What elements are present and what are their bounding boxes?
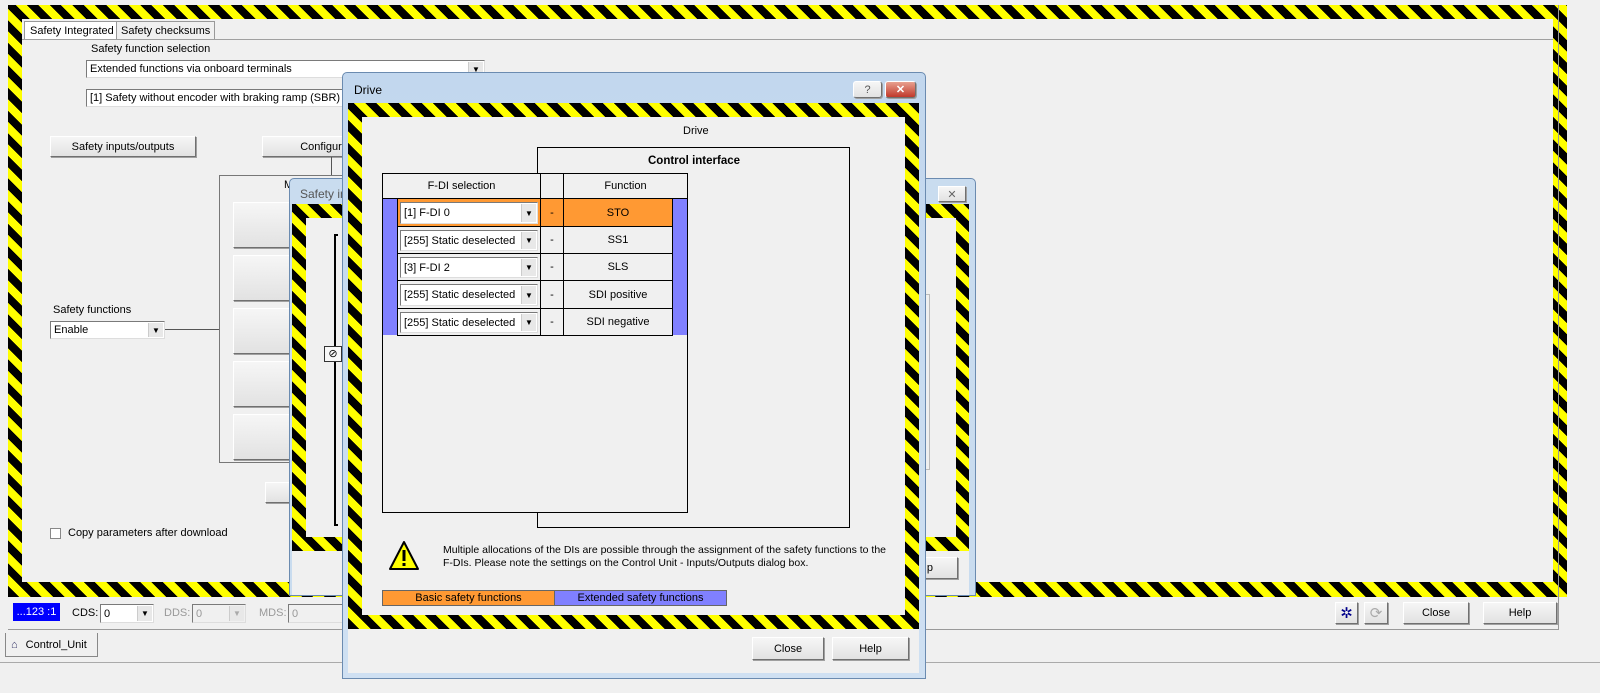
dash-cell: - xyxy=(540,198,564,227)
object-id-badge: ...123 :1 xyxy=(13,603,60,621)
tab-divider xyxy=(22,39,1553,40)
field-value: 0 xyxy=(292,607,299,620)
extended-strip-right xyxy=(672,199,687,335)
dds-label: DDS: xyxy=(164,607,191,619)
connector-line xyxy=(331,157,332,175)
chevron-down-icon: ▼ xyxy=(521,232,536,249)
chevron-down-icon: ▼ xyxy=(137,606,152,621)
tab-safety-integrated[interactable]: Safety Integrated xyxy=(24,21,120,40)
object-tab-label: Control_Unit xyxy=(25,638,87,651)
function-cell: SDI positive xyxy=(563,280,673,309)
fdi-cell: [255] Static deselected ▼ xyxy=(397,280,541,309)
close-icon: ✕ xyxy=(895,84,906,96)
fdi-cell: [255] Static deselected ▼ xyxy=(397,226,541,254)
fdi-header: F-DI selection xyxy=(382,173,541,199)
warning-icon xyxy=(388,540,420,572)
drive-dialog-help-button[interactable]: ? xyxy=(853,81,882,98)
mds-field: 0 xyxy=(288,604,348,623)
drive-dialog-close-button[interactable]: ✕ xyxy=(885,81,916,98)
bg-dialog-close-button[interactable]: ✕ xyxy=(938,186,966,202)
drive-close-button[interactable]: Close xyxy=(752,637,824,660)
fdi-select-value: [3] F-DI 2 xyxy=(404,261,450,274)
divider xyxy=(1558,5,1559,630)
drive-help-button[interactable]: Help xyxy=(832,637,909,660)
fdi-select[interactable]: [255] Static deselected ▼ xyxy=(400,230,538,251)
device-icon: ⌂ xyxy=(11,638,18,651)
dash-header xyxy=(540,173,564,199)
safety-mode-field: [1] Safety without encoder with braking … xyxy=(86,89,386,107)
fdi-select-value: [255] Static deselected xyxy=(404,234,516,247)
dds-dropdown: 0 ▼ xyxy=(192,604,246,623)
object-tab-control-unit[interactable]: ⌂ Control_Unit xyxy=(5,633,98,657)
chevron-down-icon: ▼ xyxy=(148,323,163,337)
fdi-select[interactable]: [3] F-DI 2 ▼ xyxy=(400,257,538,278)
legend-extended: Extended safety functions xyxy=(554,590,727,606)
chevron-down-icon: ▼ xyxy=(229,606,244,621)
refresh-icon: ⟳ xyxy=(1369,605,1383,622)
help-icon: ? xyxy=(864,83,871,96)
main-close-button[interactable]: Close xyxy=(1403,602,1469,624)
refresh-button[interactable]: ⟳ xyxy=(1364,602,1388,624)
main-help-button[interactable]: Help xyxy=(1483,602,1557,624)
bg-dialog-title: Safety in xyxy=(300,187,347,201)
warning-text: Multiple allocations of the DIs are poss… xyxy=(443,544,887,569)
connector-line xyxy=(165,329,219,330)
function-cell: SLS xyxy=(563,253,673,281)
gear-button[interactable]: ✲ xyxy=(1335,602,1358,624)
fdi-select[interactable]: [1] F-DI 0 ▼ xyxy=(400,202,538,224)
dropdown-value: 0 xyxy=(104,607,111,620)
control-interface-label: Control interface xyxy=(648,155,741,167)
gear-icon: ✲ xyxy=(1340,605,1353,622)
dropdown-value: 0 xyxy=(196,607,203,620)
safety-inputs-outputs-button[interactable]: Safety inputs/outputs xyxy=(50,136,196,157)
dash-cell: - xyxy=(540,226,564,254)
fdi-cell: [255] Static deselected ▼ xyxy=(397,308,541,336)
safety-functions-label: Safety functions xyxy=(53,304,132,316)
drive-dialog-title: Drive xyxy=(354,83,383,97)
dropdown-value: Enable xyxy=(54,324,89,336)
legend-basic: Basic safety functions xyxy=(382,590,555,606)
dash-cell: - xyxy=(540,308,564,336)
close-icon: ✕ xyxy=(947,188,957,201)
safety-functions-dropdown[interactable]: Enable ▼ xyxy=(50,321,165,339)
copy-params-checkbox[interactable] xyxy=(50,528,61,539)
fdi-select[interactable]: [255] Static deselected ▼ xyxy=(400,312,538,333)
chevron-down-icon: ▼ xyxy=(521,286,536,304)
function-cell: SS1 xyxy=(563,226,673,254)
function-cell: SDI negative xyxy=(563,308,673,336)
chevron-down-icon: ▼ xyxy=(521,314,536,331)
extended-strip-left xyxy=(383,199,398,335)
configuration-button[interactable]: Configurat xyxy=(262,136,352,157)
function-cell: STO xyxy=(563,198,673,227)
cds-dropdown[interactable]: 0 ▼ xyxy=(100,604,154,623)
dropdown-value: Extended functions via onboard terminals xyxy=(90,63,292,75)
tab-safety-checksums[interactable]: Safety checksums xyxy=(116,21,216,39)
dash-cell: - xyxy=(540,253,564,281)
cds-label: CDS: xyxy=(72,607,99,619)
field-value: [1] Safety without encoder with braking … xyxy=(90,92,341,104)
fdi-select-value: [255] Static deselected xyxy=(404,289,516,301)
drive-heading: Drive xyxy=(683,125,709,137)
fdi-cell: [3] F-DI 2 ▼ xyxy=(397,253,541,281)
mds-label: MDS: xyxy=(259,607,287,619)
chevron-down-icon: ▼ xyxy=(521,204,536,222)
fdi-cell: [1] F-DI 0 ▼ xyxy=(397,198,541,227)
bg-diagram-line xyxy=(334,234,338,526)
copy-params-label: Copy parameters after download xyxy=(68,527,228,539)
fdi-select-value: [1] F-DI 0 xyxy=(404,207,450,219)
fdi-select[interactable]: [255] Static deselected ▼ xyxy=(400,284,538,306)
dash-cell: - xyxy=(540,280,564,309)
function-header: Function xyxy=(563,173,688,199)
fdi-select-value: [255] Static deselected xyxy=(404,316,516,329)
safety-function-selection-label: Safety function selection xyxy=(91,43,211,55)
valve-icon: ⊘ xyxy=(324,346,342,362)
chevron-down-icon: ▼ xyxy=(521,259,536,276)
